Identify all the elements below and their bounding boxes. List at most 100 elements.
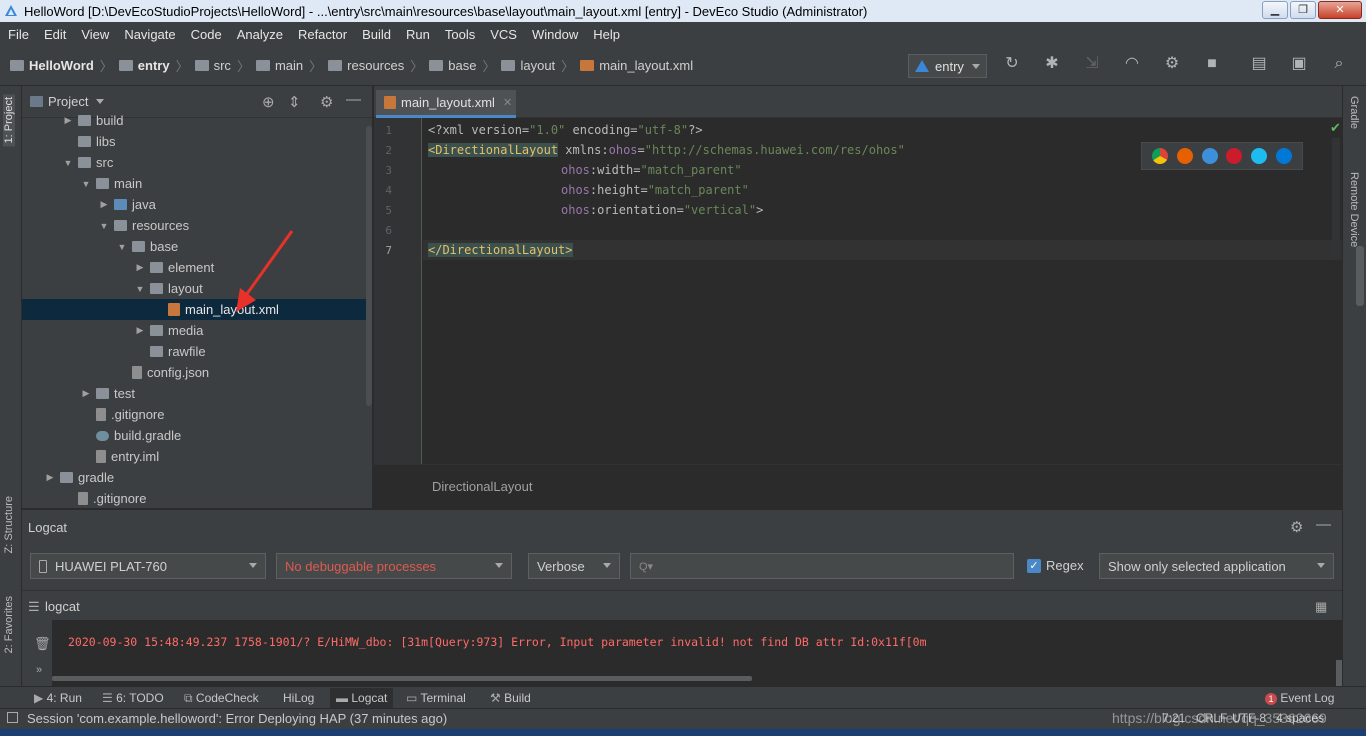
safari-icon[interactable] bbox=[1202, 148, 1218, 164]
breadcrumb-resources[interactable]: resources bbox=[328, 58, 404, 73]
tree-item-main[interactable]: ▼ main bbox=[22, 173, 373, 194]
tree-item-build[interactable]: ▶ build bbox=[22, 110, 373, 131]
menu-code[interactable]: Code bbox=[191, 27, 222, 42]
opera-icon[interactable] bbox=[1226, 148, 1242, 164]
stop-icon[interactable]: ■ bbox=[1203, 55, 1221, 73]
internet-explorer-icon[interactable] bbox=[1251, 148, 1267, 164]
tool-event-log[interactable]: 1 Event Log bbox=[1265, 691, 1334, 705]
log-search-input[interactable]: Q▾ bbox=[630, 553, 1014, 579]
gradle-tool-button[interactable]: Gradle bbox=[1348, 96, 1360, 129]
chevron-down-icon[interactable]: ▼ bbox=[116, 242, 128, 252]
log-output[interactable]: 2020-09-30 15:48:49.237 1758-1901/? E/Hi… bbox=[52, 620, 1342, 686]
tool-hilog[interactable]: HiLog bbox=[283, 691, 314, 705]
settings-gear-icon[interactable]: ⚙ bbox=[320, 93, 333, 111]
chrome-icon[interactable] bbox=[1152, 148, 1168, 164]
breadcrumb-src[interactable]: src bbox=[195, 58, 231, 73]
close-tab-icon[interactable]: ✕ bbox=[503, 96, 512, 109]
tree-item-entry-iml[interactable]: entry.iml bbox=[22, 446, 373, 467]
log-vertical-scrollbar[interactable] bbox=[1336, 660, 1342, 686]
breadcrumb-base[interactable]: base bbox=[429, 58, 476, 73]
menu-edit[interactable]: Edit bbox=[44, 27, 66, 42]
sync-icon[interactable]: ↻ bbox=[1003, 55, 1021, 73]
tree-item-element[interactable]: ▶ element bbox=[22, 257, 373, 278]
menu-file[interactable]: File bbox=[8, 27, 29, 42]
edge-icon[interactable] bbox=[1276, 148, 1292, 164]
settings-gear-icon[interactable]: ⚙ bbox=[1290, 518, 1303, 536]
tree-item-rawfile[interactable]: rawfile bbox=[22, 341, 373, 362]
menu-run[interactable]: Run bbox=[406, 27, 430, 42]
process-select[interactable]: No debuggable processes bbox=[276, 553, 512, 579]
tree-item-main-layout-xml[interactable]: main_layout.xml bbox=[22, 299, 373, 320]
code-editor[interactable]: 1 2 3 4 5 6 7 <?xml version="1.0" encodi… bbox=[374, 118, 1342, 464]
log-level-select[interactable]: Verbose bbox=[528, 553, 620, 579]
breadcrumb-layout[interactable]: layout bbox=[501, 58, 555, 73]
run-configuration-select[interactable]: entry bbox=[908, 54, 987, 78]
tree-item-config-json[interactable]: config.json bbox=[22, 362, 373, 383]
tool-build[interactable]: ⚒ Build bbox=[490, 691, 531, 705]
panel-toggle-icon[interactable] bbox=[7, 712, 18, 723]
chevron-right-icon[interactable]: ▶ bbox=[134, 262, 146, 273]
tool-run[interactable]: ▶ 4: Run bbox=[34, 691, 82, 705]
status-message[interactable]: Session 'com.example.helloword': Error D… bbox=[27, 711, 447, 726]
tree-item-java[interactable]: ▶ java bbox=[22, 194, 373, 215]
chevron-right-icon[interactable]: ▶ bbox=[62, 115, 74, 126]
tab-main-layout-xml[interactable]: main_layout.xml ✕ bbox=[376, 90, 516, 118]
tree-item-resources[interactable]: ▼ resources bbox=[22, 215, 373, 236]
tree-item-test[interactable]: ▶ test bbox=[22, 383, 373, 404]
tree-item-src[interactable]: ▼ src bbox=[22, 152, 373, 173]
editor-breadcrumb[interactable]: DirectionalLayout bbox=[432, 479, 532, 494]
menu-build[interactable]: Build bbox=[362, 27, 391, 42]
menu-refactor[interactable]: Refactor bbox=[298, 27, 347, 42]
gear-icon[interactable]: ⚙ bbox=[1163, 55, 1181, 73]
tool-terminal[interactable]: ▭ Terminal bbox=[406, 691, 466, 705]
breadcrumb-project[interactable]: HelloWord bbox=[10, 58, 94, 73]
chevron-down-icon[interactable]: ▼ bbox=[80, 179, 92, 189]
layout-options-icon[interactable]: ▦ bbox=[1315, 599, 1327, 615]
project-scrollbar[interactable] bbox=[366, 126, 372, 406]
more-icon[interactable]: » bbox=[36, 664, 42, 676]
logcat-subtab[interactable]: logcat bbox=[45, 599, 80, 614]
search-icon[interactable]: ⌕ bbox=[1330, 55, 1348, 73]
menu-view[interactable]: View bbox=[81, 27, 109, 42]
regex-checkbox[interactable]: ✓ bbox=[1027, 559, 1041, 573]
menu-navigate[interactable]: Navigate bbox=[124, 27, 175, 42]
chevron-down-icon[interactable]: ▼ bbox=[62, 158, 74, 168]
menu-vcs[interactable]: VCS bbox=[490, 27, 517, 42]
chevron-right-icon[interactable]: ▶ bbox=[134, 325, 146, 336]
menu-window[interactable]: Window bbox=[532, 27, 578, 42]
structure-tool-button[interactable]: Z: Structure bbox=[3, 496, 15, 553]
menu-help[interactable]: Help bbox=[593, 27, 620, 42]
tree-item-base[interactable]: ▼ base bbox=[22, 236, 373, 257]
close-button[interactable]: ✕ bbox=[1318, 1, 1362, 19]
editor-scrollbar[interactable] bbox=[1332, 138, 1340, 258]
restore-button[interactable]: ❐ bbox=[1290, 1, 1316, 19]
collapse-all-icon[interactable]: ⇕ bbox=[288, 93, 301, 111]
minimize-panel-icon[interactable]: — bbox=[1316, 516, 1331, 533]
minimize-button[interactable]: ▁ bbox=[1262, 1, 1288, 19]
minimize-panel-icon[interactable]: — bbox=[346, 91, 361, 108]
log-horizontal-scrollbar[interactable] bbox=[52, 676, 752, 681]
project-panel-title[interactable]: Project bbox=[48, 94, 88, 109]
menu-tools[interactable]: Tools bbox=[445, 27, 475, 42]
tree-item-libs[interactable]: libs bbox=[22, 131, 373, 152]
project-tool-button[interactable]: 1: Project bbox=[3, 94, 15, 146]
device-select[interactable]: HUAWEI PLAT-760 bbox=[30, 553, 266, 579]
favorites-tool-button[interactable]: 2: Favorites bbox=[3, 596, 15, 653]
tree-item-layout[interactable]: ▼ layout bbox=[22, 278, 373, 299]
chevron-right-icon[interactable]: ▶ bbox=[98, 199, 110, 210]
remote-device-tool-button[interactable]: Remote Device bbox=[1348, 172, 1360, 247]
locate-icon[interactable]: ⊕ bbox=[262, 93, 275, 111]
project-structure-icon[interactable]: ▤ bbox=[1250, 55, 1268, 73]
chevron-right-icon[interactable]: ▶ bbox=[44, 472, 56, 483]
debug-icon[interactable]: ✱ bbox=[1043, 55, 1061, 73]
firefox-icon[interactable] bbox=[1177, 148, 1193, 164]
breadcrumb-main[interactable]: main bbox=[256, 58, 303, 73]
right-scrollbar[interactable] bbox=[1356, 246, 1364, 306]
tool-logcat[interactable]: ▬ Logcat bbox=[330, 688, 393, 708]
tool-todo[interactable]: ☰ 6: TODO bbox=[102, 691, 164, 705]
chevron-right-icon[interactable]: ▶ bbox=[80, 388, 92, 399]
tree-item-gitignore[interactable]: .gitignore bbox=[22, 404, 373, 425]
tree-item-build-gradle[interactable]: build.gradle bbox=[22, 425, 373, 446]
chevron-down-icon[interactable] bbox=[96, 99, 104, 104]
chevron-down-icon[interactable]: ▼ bbox=[134, 284, 146, 294]
